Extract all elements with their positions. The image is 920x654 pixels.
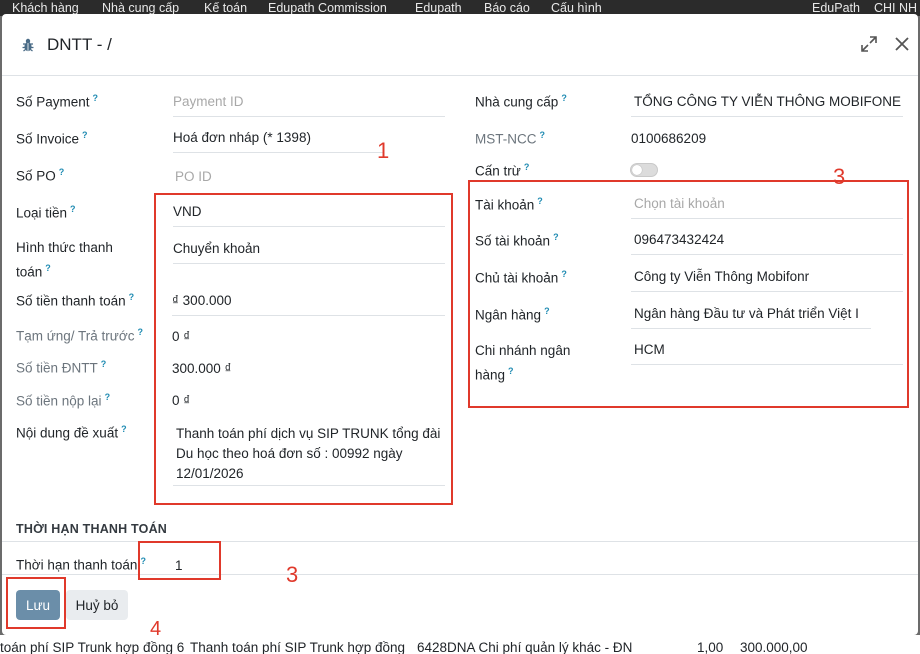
dialog-header: DNTT - / xyxy=(2,14,918,76)
bg-cell-4: 1,00 xyxy=(697,640,724,654)
annotation-box-4 xyxy=(6,577,66,629)
annotation-box-1 xyxy=(154,193,453,505)
dialog-title: DNTT - / xyxy=(47,35,112,54)
annotation-label-1: 1 xyxy=(377,138,390,163)
terms-label: Thời hạn thanh toán? xyxy=(16,556,146,573)
bg-cell-5: 300.000,00 xyxy=(740,640,808,654)
vendor-select[interactable]: TỔNG CÔNG TY VIỄN THÔNG MOBIFONE xyxy=(631,91,903,117)
advance-label: Tạm ứng/ Trả trước? xyxy=(16,327,143,344)
offset-label: Cấn trừ? xyxy=(475,162,530,179)
bug-icon xyxy=(22,38,34,52)
annotation-label-4: 4 xyxy=(150,618,162,640)
currency-label: Loại tiền? xyxy=(16,204,76,221)
nav-branch[interactable]: CHI NH xyxy=(874,1,917,15)
nav-edupath[interactable]: Edupath xyxy=(415,1,462,15)
tax-label: MST-NCC? xyxy=(475,130,545,147)
refund-label: Số tiền nộp lại? xyxy=(16,392,111,409)
vendor-label: Nhà cung cấp? xyxy=(475,93,567,110)
dialog-footer: Lưu Huỷ bỏ xyxy=(2,574,918,635)
close-icon[interactable] xyxy=(892,34,912,54)
annotation-label-3a: 3 xyxy=(833,164,846,189)
invoice-field[interactable]: Hoá đơn nháp (* 1398) xyxy=(173,127,383,153)
payment-input[interactable]: Payment ID xyxy=(173,91,445,117)
dntt-amount-label: Số tiền ĐNTT? xyxy=(16,359,107,376)
nav-company[interactable]: EduPath xyxy=(812,1,860,15)
po-input[interactable]: PO ID xyxy=(175,169,375,184)
annotation-box-3a xyxy=(468,180,909,408)
nav-bao-cao[interactable]: Báo cáo xyxy=(484,1,530,15)
annotation-box-3b xyxy=(138,541,221,580)
invoice-label: Số Invoice? xyxy=(16,130,88,147)
annotation-label-3b: 3 xyxy=(286,562,299,587)
payment-terms-heading: THỜI HẠN THANH TOÁN xyxy=(16,522,168,536)
bg-cell-1: toán phí SIP Trunk hợp đồng 6 xyxy=(0,640,185,654)
nav-nha-cung-cap[interactable]: Nhà cung cấp xyxy=(102,1,179,15)
offset-toggle[interactable] xyxy=(630,163,658,177)
bg-cell-3: 6428DNA Chi phí quản lý khác - ĐN xyxy=(417,640,633,654)
nav-cau-hinh[interactable]: Cấu hình xyxy=(551,1,602,15)
amount-label: Số tiền thanh toán? xyxy=(16,292,135,309)
payment-label: Số Payment? xyxy=(16,93,99,110)
method-label: Hình thức thanh toán? xyxy=(16,240,113,280)
content-label: Nội dung đề xuất? xyxy=(16,424,127,441)
nav-edupath-commission[interactable]: Edupath Commission xyxy=(268,1,387,15)
nav-khach-hang[interactable]: Khách hàng xyxy=(12,1,79,15)
cancel-button[interactable]: Huỷ bỏ xyxy=(66,590,128,620)
tax-value: 0100686209 xyxy=(631,131,707,146)
nav-ke-toan[interactable]: Kế toán xyxy=(204,1,247,15)
dntt-dialog: DNTT - / Số Payment? Payment ID Số Invoi… xyxy=(2,14,918,635)
expand-icon[interactable] xyxy=(859,34,879,54)
bg-cell-2: Thanh toán phí SIP Trunk hợp đồng xyxy=(190,640,406,654)
po-label: Số PO? xyxy=(16,167,65,184)
